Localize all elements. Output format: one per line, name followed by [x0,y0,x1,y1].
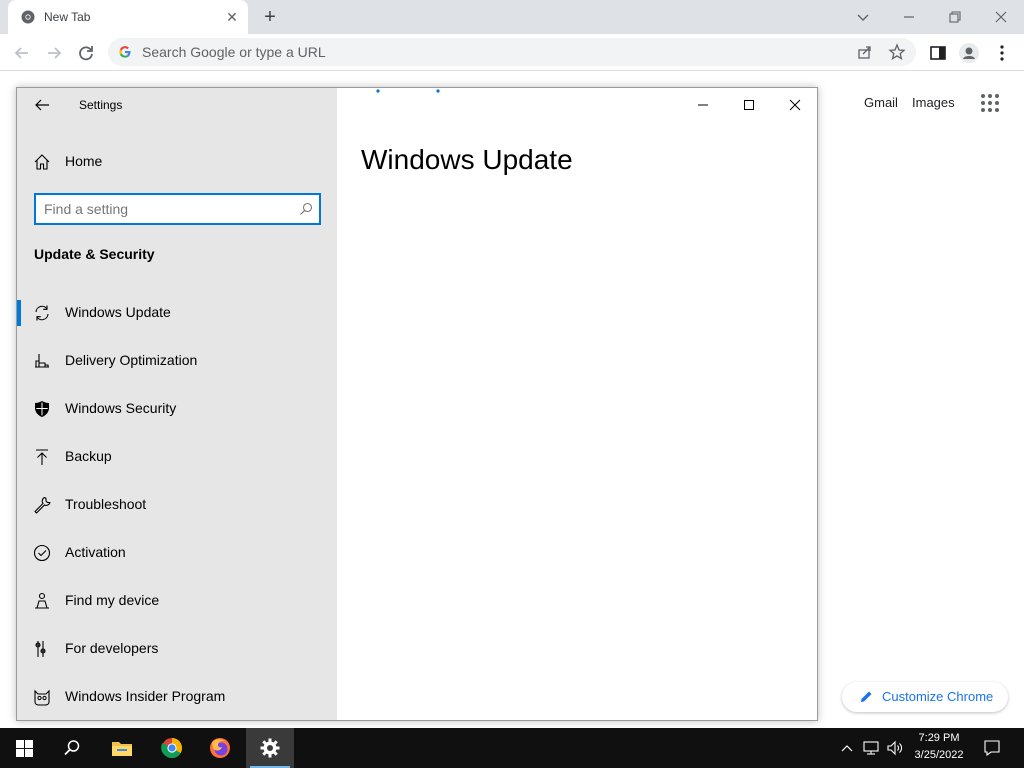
find-setting-box[interactable] [34,193,321,225]
restore-icon[interactable] [944,6,966,28]
back-arrow-icon[interactable] [11,42,33,64]
chrome-icon [161,737,183,759]
network-icon[interactable] [862,740,880,756]
find-setting-input[interactable] [44,199,284,219]
notification-center-icon[interactable] [983,739,1001,757]
share-icon[interactable] [856,43,874,61]
section-title: Update & Security [34,246,155,262]
nav-item-activation[interactable]: Activation [17,533,337,573]
file-explorer-button[interactable] [98,728,146,768]
back-arrow-icon[interactable] [31,94,53,116]
tab-close-icon[interactable]: ✕ [224,9,240,25]
settings-window-title: Settings [79,98,123,112]
firefox-taskbar-button[interactable] [196,728,244,768]
pencil-icon [858,689,874,705]
delivery-icon [32,351,52,371]
home-nav-item[interactable]: Home [17,148,337,176]
developer-icon [32,639,52,659]
chrome-toolbar: Search Google or type a URL [0,34,1024,71]
file-explorer-icon [111,739,133,757]
nav-item-windows-insider-program[interactable]: Windows Insider Program [17,677,337,717]
tab-title: New Tab [44,10,91,24]
nav-item-label: Troubleshoot [65,496,147,512]
chevron-up-icon[interactable] [840,741,854,755]
chrome-favicon-icon [21,10,35,24]
google-apps-icon[interactable] [980,93,1000,113]
nav-item-label: Find my device [65,592,160,608]
nav-item-label: Delivery Optimization [65,352,198,368]
forward-arrow-icon[interactable] [43,42,65,64]
tab-search-icon[interactable] [852,6,874,28]
nav-item-troubleshoot[interactable]: Troubleshoot [17,485,337,525]
settings-window: Settings Home Update & Security Windows … [16,87,818,721]
reload-icon[interactable] [75,42,97,64]
profile-avatar-icon[interactable] [958,42,980,64]
start-icon [16,740,33,757]
selection-indicator [17,300,21,326]
google-g-icon [118,45,132,59]
nav-item-label: Windows Insider Program [65,688,226,704]
nav-item-windows-security[interactable]: Windows Security [17,389,337,429]
side-panel-icon[interactable] [927,42,949,64]
page-title: Windows Update [361,144,573,175]
gmail-link[interactable]: Gmail [864,95,898,110]
chrome-taskbar-button[interactable] [148,728,196,768]
nav-item-windows-update[interactable]: Windows Update [17,293,337,333]
settings-taskbar-button[interactable] [246,728,294,768]
nav-item-label: Backup [65,448,112,464]
backup-icon [32,447,52,467]
omnibox-placeholder: Search Google or type a URL [142,44,326,60]
omnibox[interactable]: Search Google or type a URL [108,38,916,66]
insider-icon [32,687,52,707]
nav-item-find-my-device[interactable]: Find my device [17,581,337,621]
tab-new-tab[interactable]: New Tab ✕ [8,0,248,34]
nav-item-for-developers[interactable]: For developers [17,629,337,669]
clock-time[interactable]: 7:29 PM [916,732,962,744]
search-icon[interactable] [298,201,314,217]
customize-chrome-label: Customize Chrome [882,689,994,704]
nav-item-label: Windows Security [65,400,177,416]
minimize-icon[interactable] [898,6,920,28]
loading-dots-icon [375,88,445,94]
firefox-icon [209,737,231,759]
sync-icon [32,303,52,323]
clock-date[interactable]: 3/25/2022 [908,749,970,761]
nav-item-delivery-optimization[interactable]: Delivery Optimization [17,341,337,381]
wrench-icon [32,495,52,515]
home-label: Home [65,153,103,169]
check-circle-icon [32,543,52,563]
chrome-menu-icon[interactable] [991,42,1013,64]
search-icon [63,739,81,757]
close-window-icon[interactable] [990,6,1012,28]
settings-icon [260,738,280,758]
taskbar-search-button[interactable] [48,728,96,768]
maximize-icon[interactable] [734,94,764,116]
bookmark-star-icon[interactable] [888,43,906,61]
person-location-icon [32,591,52,611]
volume-icon[interactable] [886,740,904,756]
nav-item-backup[interactable]: Backup [17,437,337,477]
settings-nav-pane: Settings Home Update & Security Windows … [17,88,337,720]
home-icon [32,152,52,172]
images-link[interactable]: Images [912,95,955,110]
shield-icon [32,399,52,419]
start-button[interactable] [0,728,48,768]
new-tab-button[interactable]: + [259,6,281,28]
windows-taskbar: 7:29 PM 3/25/2022 [0,728,1024,768]
chrome-tab-strip: New Tab ✕ + [0,0,1024,34]
close-icon[interactable] [780,94,810,116]
settings-content-pane: Windows Update [337,88,817,720]
nav-item-label: For developers [65,640,159,656]
customize-chrome-button[interactable]: Customize Chrome [842,682,1008,712]
nav-item-label: Activation [65,544,126,560]
minimize-icon[interactable] [688,94,718,116]
nav-item-label: Windows Update [65,304,171,320]
